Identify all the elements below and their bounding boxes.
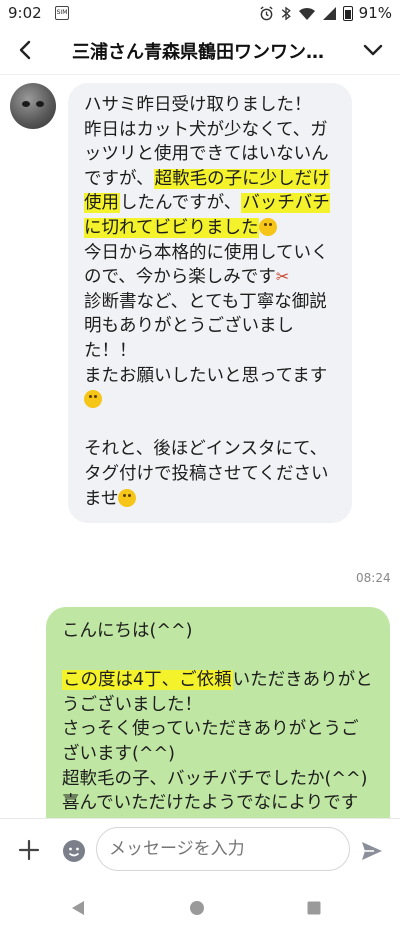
smiling-emoji-icon xyxy=(84,390,102,409)
avatar-eye-right xyxy=(36,101,44,107)
outgoing-text-1: こんにちは(^^) xyxy=(62,621,193,641)
chat-header: 三浦さん青森県鶴田ワンワン… xyxy=(0,26,400,75)
message-input[interactable] xyxy=(96,827,350,871)
avatar[interactable] xyxy=(10,83,56,129)
incoming-text-4: 診断書など、とても丁寧な御説明もありがとうございました！！ またお願いしたいと思… xyxy=(84,291,328,386)
message-timestamp: 08:24 xyxy=(356,571,391,585)
avatar-eye-left xyxy=(22,101,30,107)
chat-screen: 9:02 SIM 91% 三浦さん青森県鶴田ワンワン… ハサミ昨日受け取りました… xyxy=(0,0,400,932)
status-bar: 9:02 SIM 91% xyxy=(0,0,400,26)
chevron-down-icon[interactable] xyxy=(360,36,386,64)
grinning-squint-emoji-icon xyxy=(259,217,278,236)
chat-title[interactable]: 三浦さん青森県鶴田ワンワン… xyxy=(72,38,342,64)
incoming-text-2: したんですが、 xyxy=(120,193,242,214)
plus-icon[interactable] xyxy=(16,837,42,863)
status-time: 9:02 xyxy=(8,4,42,22)
laughing-emoji-icon xyxy=(118,488,137,507)
battery-icon xyxy=(342,5,353,21)
nav-recents-icon[interactable] xyxy=(306,900,322,916)
nav-home-icon[interactable] xyxy=(189,900,205,916)
scissors-emoji-icon: ✂ xyxy=(275,267,290,287)
highlighted-text: この度は4丁、ご依頼 xyxy=(62,670,233,691)
outgoing-message-bubble[interactable]: こんにちは(^^) この度は4丁、ご依頼いただきありがとうございました！ さっそ… xyxy=(46,607,390,818)
back-arrow-icon[interactable] xyxy=(14,36,38,64)
outgoing-text-2: いただきありがとうございました！ さっそく使っていただきありがとうございます(^… xyxy=(62,670,373,814)
incoming-text-3: 今日から本格的に使用していくので、今から楽しみです xyxy=(84,242,329,288)
sim-card-icon: SIM xyxy=(55,6,69,20)
status-icons: 91% xyxy=(259,4,392,22)
message-input-bar xyxy=(0,818,400,883)
wifi-icon xyxy=(298,7,315,20)
nav-back-icon[interactable] xyxy=(70,900,86,916)
incoming-message-bubble[interactable]: ハサミ昨日受け取りました！ 昨日はカット犬が少なくて、ガッツリと使用できてはいな… xyxy=(68,83,352,524)
battery-percent: 91% xyxy=(358,4,392,22)
send-icon[interactable] xyxy=(360,839,384,863)
system-nav-bar xyxy=(0,882,400,932)
emoji-icon[interactable] xyxy=(62,839,86,863)
alarm-icon xyxy=(260,5,273,20)
signal-icon xyxy=(322,6,336,20)
message-list[interactable]: ハサミ昨日受け取りました！ 昨日はカット犬が少なくて、ガッツリと使用できてはいな… xyxy=(0,75,400,818)
bluetooth-icon xyxy=(281,6,291,20)
